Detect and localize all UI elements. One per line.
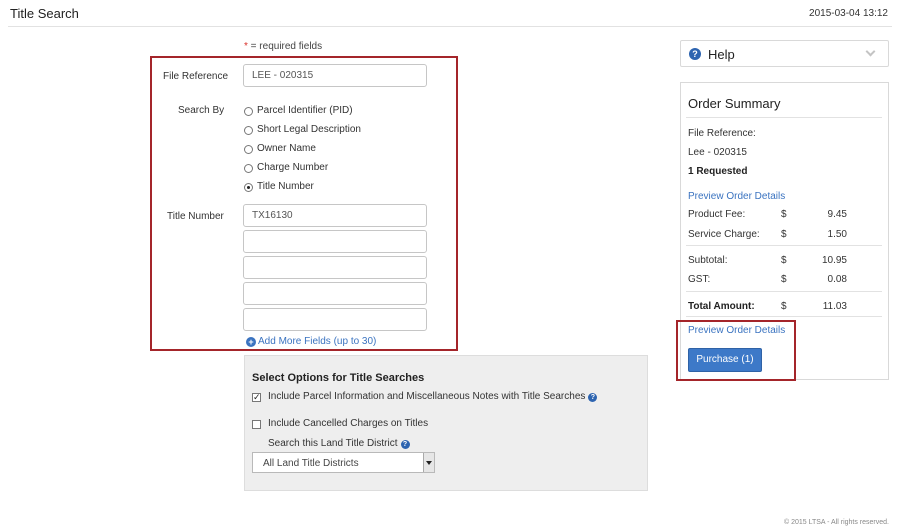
dropdown-arrow-icon[interactable] — [423, 453, 434, 472]
subtotal-label: Subtotal: — [688, 255, 728, 266]
question-icon[interactable]: ? — [400, 440, 410, 449]
summary-file-reference-label: File Reference: — [688, 128, 756, 139]
purchase-button[interactable]: Purchase (1) — [688, 348, 762, 372]
product-fee-amount: 9.45 — [827, 209, 847, 220]
radio-button[interactable] — [244, 107, 253, 116]
add-more-fields-link[interactable]: + Add More Fields (up to 30) — [246, 336, 376, 347]
service-charge-amount: 1.50 — [827, 229, 847, 240]
help-panel-toggle[interactable]: ? Help — [680, 40, 889, 67]
plus-circle-icon: + — [246, 337, 256, 347]
total-amount-value: 11.03 — [822, 301, 847, 312]
page-title: Title Search — [10, 6, 79, 21]
title-number-input-4[interactable] — [243, 282, 427, 305]
radio-button-selected[interactable] — [244, 183, 253, 192]
help-label: Help — [708, 47, 735, 62]
title-number-label: Title Number — [167, 211, 224, 222]
required-fields-note: * = required fields — [244, 41, 322, 52]
title-number-input-1[interactable]: TX16130 — [243, 204, 427, 227]
summary-divider — [686, 245, 882, 246]
subtotal-amount: 10.95 — [821, 255, 847, 266]
title-number-input-2[interactable] — [243, 230, 427, 253]
gst-label: GST: — [688, 274, 711, 285]
chevron-down-icon — [865, 46, 876, 57]
radio-label-charge-number: Charge Number — [257, 162, 329, 173]
timestamp: 2015-03-04 13:12 — [809, 8, 888, 19]
preview-order-details-link[interactable]: Preview Order Details — [688, 191, 785, 202]
include-parcel-label: Include Parcel Information and Miscellan… — [268, 391, 586, 402]
district-select-value: All Land Title Districts — [263, 458, 359, 469]
title-number-input-5[interactable] — [243, 308, 427, 331]
options-title: Select Options for Title Searches — [252, 372, 425, 384]
gst-currency: $ — [781, 274, 787, 285]
radio-label-owner-name: Owner Name — [257, 143, 316, 154]
district-label: Search this Land Title District — [268, 438, 398, 449]
district-option: Search this Land Title District? — [268, 438, 410, 449]
title-number-input-3[interactable] — [243, 256, 427, 279]
gst-amount: 0.08 — [827, 274, 847, 285]
order-summary-title: Order Summary — [688, 96, 781, 111]
radio-button[interactable] — [244, 164, 253, 173]
file-reference-input[interactable]: LEE - 020315 — [243, 64, 427, 87]
radio-label-pid: Parcel Identifier (PID) — [257, 105, 353, 116]
summary-file-reference-value: Lee - 020315 — [688, 147, 747, 158]
radio-label-title-number: Title Number — [257, 181, 314, 192]
summary-divider — [686, 117, 882, 118]
search-by-label: Search By — [178, 105, 225, 116]
radio-label-short-legal: Short Legal Description — [257, 124, 361, 135]
question-icon: ? — [689, 48, 701, 60]
include-cancelled-checkbox[interactable] — [252, 420, 261, 429]
add-more-label: Add More Fields (up to 30) — [258, 336, 377, 347]
required-note-text: = required fields — [247, 41, 323, 52]
radio-button[interactable] — [244, 126, 253, 135]
service-charge-currency: $ — [781, 229, 787, 240]
include-parcel-option: Include Parcel Information and Miscellan… — [268, 391, 598, 402]
header-divider — [8, 26, 892, 27]
summary-divider — [686, 316, 882, 317]
copyright-footer: © 2015 LTSA - All rights reserved. — [783, 519, 889, 526]
total-amount-label: Total Amount: — [688, 301, 755, 312]
preview-order-details-link-bottom[interactable]: Preview Order Details — [688, 325, 785, 336]
subtotal-currency: $ — [781, 255, 787, 266]
product-fee-currency: $ — [781, 209, 787, 220]
service-charge-label: Service Charge: — [688, 229, 760, 240]
file-reference-label: File Reference — [163, 71, 229, 82]
total-amount-currency: $ — [781, 301, 787, 312]
district-select[interactable]: All Land Title Districts — [252, 452, 435, 473]
summary-divider — [686, 291, 882, 292]
include-parcel-checkbox[interactable]: ✓ — [252, 393, 261, 402]
summary-requested-count: 1 Requested — [688, 166, 748, 177]
product-fee-label: Product Fee: — [688, 209, 746, 220]
radio-button[interactable] — [244, 145, 253, 154]
question-icon[interactable]: ? — [588, 393, 598, 402]
include-cancelled-label: Include Cancelled Charges on Titles — [268, 418, 429, 429]
